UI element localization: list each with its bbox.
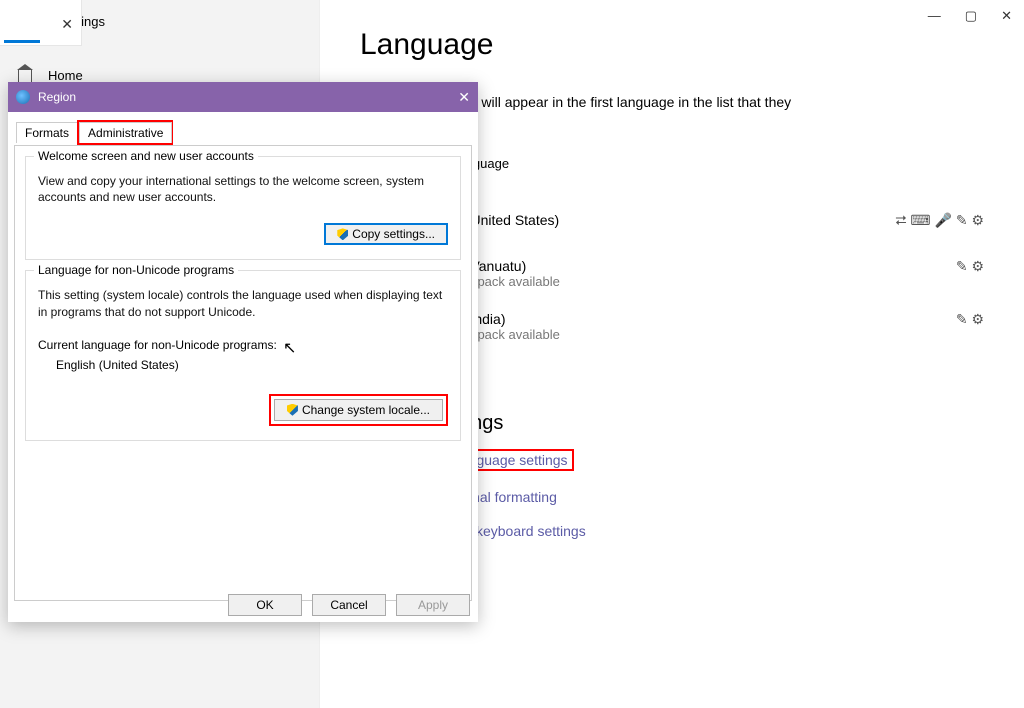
home-label: Home	[48, 68, 83, 83]
language-subtext: Language pack available	[416, 274, 956, 289]
current-locale-label: Current language for non-Unicode program…	[38, 338, 448, 352]
minimize-icon[interactable]: —	[928, 8, 941, 24]
language-feature-icons: ✎ ⚙	[956, 258, 984, 275]
close-icon[interactable]: ✕	[1001, 8, 1012, 24]
language-feature-icons: ⮂ ⌨ 🎤 ✎ ⚙	[895, 212, 984, 229]
language-name: English (India)	[416, 311, 956, 327]
tab-close-icon[interactable]: ✕	[61, 16, 73, 33]
button-label: Copy settings...	[352, 227, 435, 241]
maximize-icon[interactable]: ▢	[965, 8, 977, 24]
cancel-button[interactable]: Cancel	[312, 594, 386, 616]
change-system-locale-button[interactable]: Change system locale...	[274, 399, 443, 421]
region-titlebar: Region ✕	[8, 82, 478, 112]
region-tabs: FormatsAdministrative	[14, 118, 472, 145]
region-dialog: Region ✕ FormatsAdministrative Welcome s…	[8, 82, 478, 622]
region-body: FormatsAdministrative Welcome screen and…	[8, 112, 478, 607]
region-title: Region	[38, 90, 76, 104]
tab-formats[interactable]: Formats	[16, 122, 78, 143]
tab-administrative[interactable]: Administrative	[79, 122, 172, 143]
current-locale-value: English (United States)	[38, 358, 448, 372]
language-name: English (Vanuatu)	[416, 258, 956, 274]
tab-panel: Welcome screen and new user accounts Vie…	[14, 145, 472, 601]
group-legend: Language for non-Unicode programs	[34, 263, 238, 277]
group-welcome-screen: Welcome screen and new user accounts Vie…	[25, 156, 461, 260]
language-name: English (United States)	[416, 212, 895, 228]
button-label: Change system locale...	[302, 403, 430, 417]
group-description: This setting (system locale) controls th…	[38, 287, 448, 319]
language-feature-icons: ✎ ⚙	[956, 311, 984, 328]
region-close-icon[interactable]: ✕	[458, 89, 470, 106]
page-title: Language	[360, 28, 984, 62]
copy-settings-button[interactable]: Copy settings...	[324, 223, 448, 245]
group-non-unicode: Language for non-Unicode programs This s…	[25, 270, 461, 440]
group-legend: Welcome screen and new user accounts	[34, 149, 258, 163]
region-footer: OK Cancel Apply	[228, 594, 470, 616]
tab-underline	[4, 40, 40, 43]
group-description: View and copy your international setting…	[38, 173, 448, 205]
apply-button[interactable]: Apply	[396, 594, 470, 616]
globe-icon	[16, 90, 30, 104]
language-subtext: Language pack available	[416, 327, 956, 342]
shield-icon	[287, 404, 298, 416]
home-icon	[18, 69, 32, 83]
browser-tab-fragment: ✕	[0, 0, 82, 46]
ok-button[interactable]: OK	[228, 594, 302, 616]
shield-icon	[337, 228, 348, 240]
window-caption-buttons: — ▢ ✕	[928, 8, 1012, 24]
